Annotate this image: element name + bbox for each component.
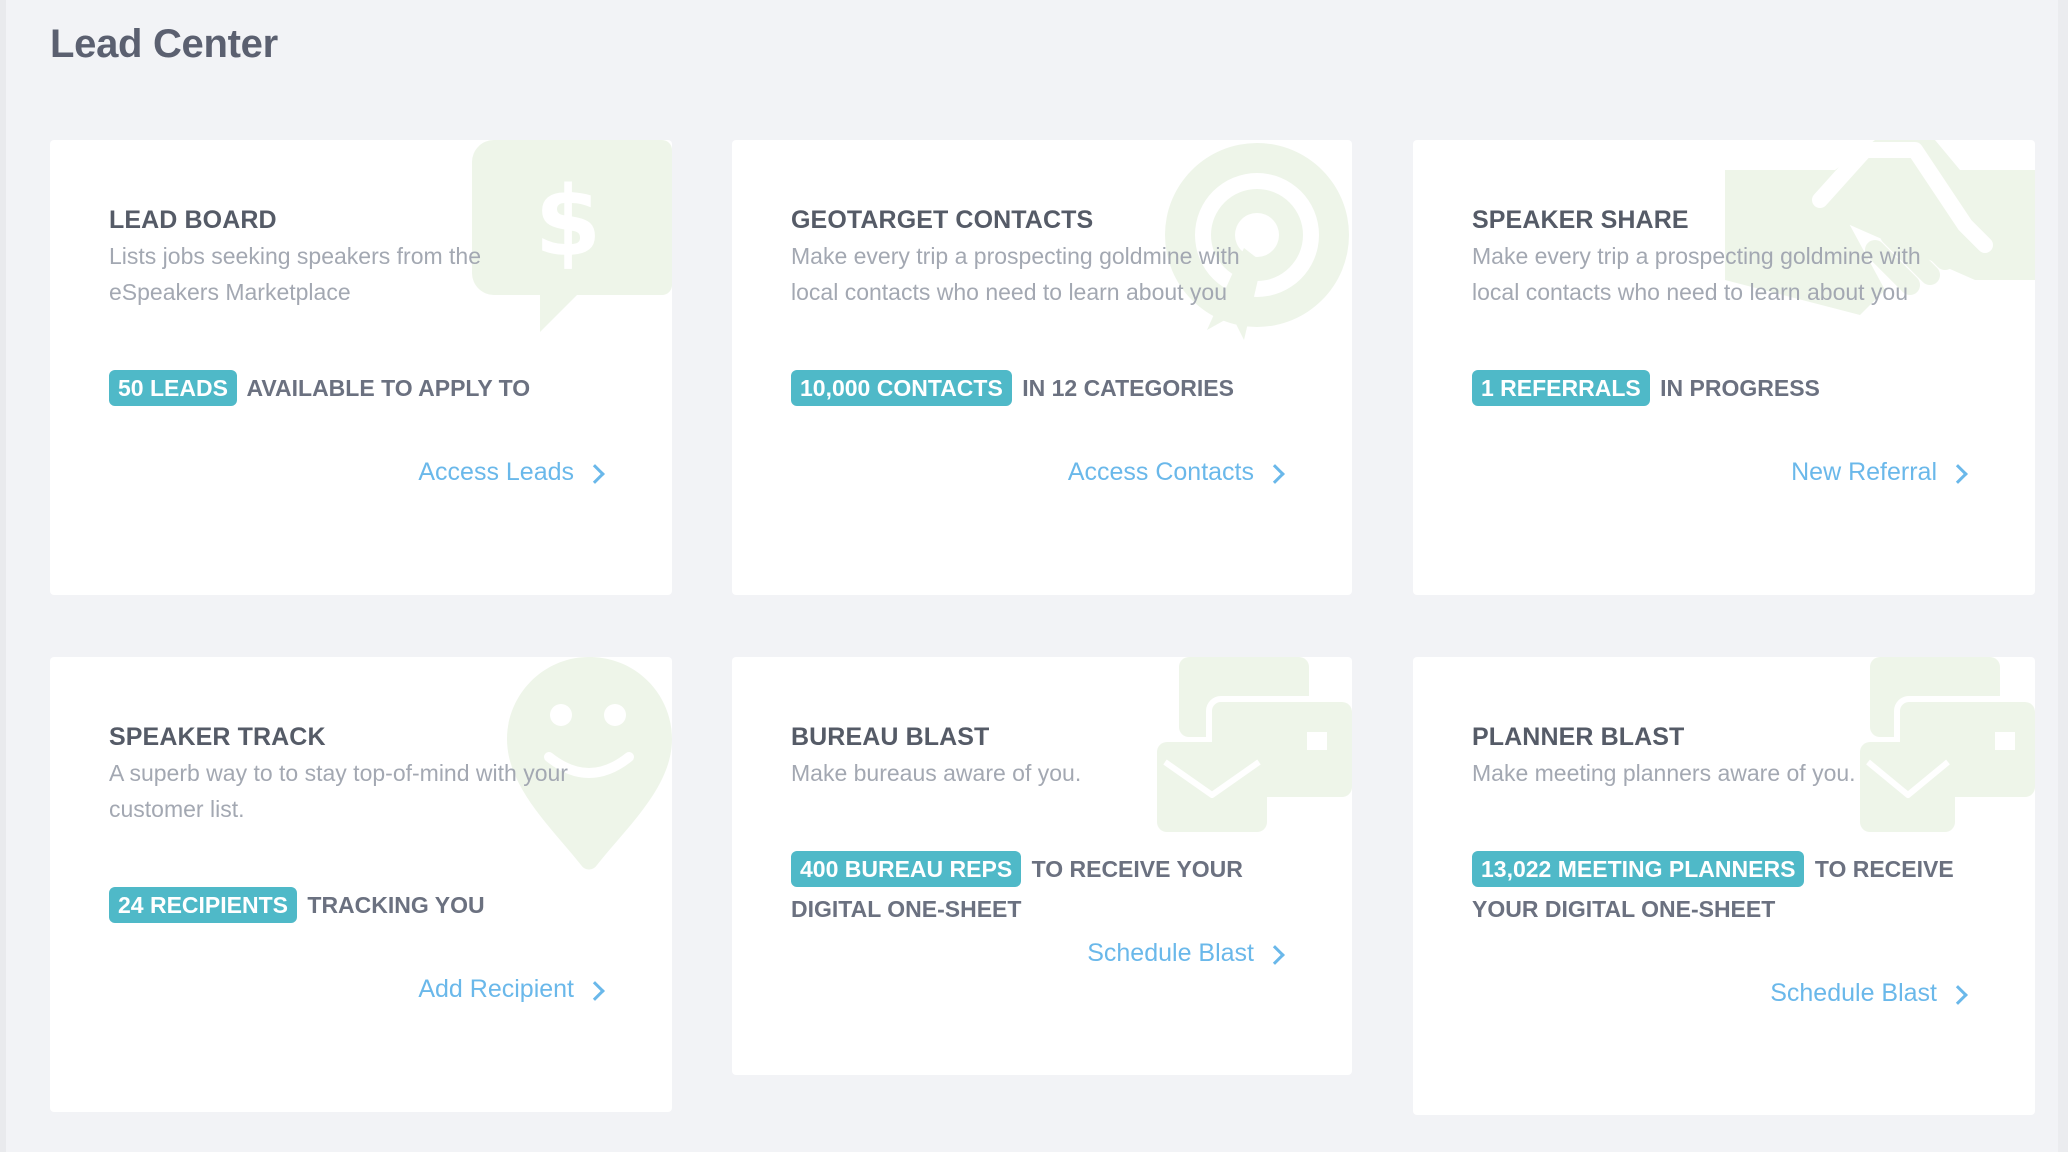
chevron-right-icon bbox=[1948, 984, 1968, 1005]
card-description: Make meeting planners aware of you. bbox=[1472, 760, 1856, 786]
card-stat: 13,022 MEETING PLANNERS TO RECEIVE YOUR … bbox=[1472, 849, 1972, 929]
chevron-right-icon bbox=[1265, 463, 1285, 484]
chevron-right-icon bbox=[1265, 944, 1285, 965]
link-label: Access Leads bbox=[418, 458, 574, 486]
chevron-right-icon bbox=[585, 463, 605, 484]
schedule-blast-link[interactable]: Schedule Blast bbox=[1087, 939, 1285, 968]
card-lead-board: $ LEAD BOARD Lists jobs seeking speakers… bbox=[50, 140, 672, 595]
card-description: Make bureaus aware of you. bbox=[791, 760, 1082, 786]
schedule-blast-link[interactable]: Schedule Blast bbox=[1770, 979, 1968, 1008]
card-description: A superb way to to stay top-of-mind with… bbox=[109, 760, 568, 822]
stat-badge: 400 BUREAU REPS bbox=[791, 851, 1022, 887]
link-label: Schedule Blast bbox=[1770, 979, 1937, 1007]
card-speaker-share: SPEAKER SHARE Make every trip a prospect… bbox=[1413, 140, 2035, 595]
add-recipient-link[interactable]: Add Recipient bbox=[418, 975, 605, 1004]
card-title: PLANNER BLAST bbox=[1472, 723, 1685, 751]
link-label: Add Recipient bbox=[418, 975, 574, 1003]
card-description: Lists jobs seeking speakers from the eSp… bbox=[109, 243, 482, 305]
link-label: Access Contacts bbox=[1067, 458, 1254, 486]
left-edge bbox=[0, 0, 6, 1152]
scrollbar-track[interactable] bbox=[2058, 0, 2068, 1152]
link-label: Schedule Blast bbox=[1087, 939, 1254, 967]
stat-text: TRACKING YOU bbox=[307, 892, 485, 918]
card-title: BUREAU BLAST bbox=[791, 723, 990, 751]
stat-text: IN PROGRESS bbox=[1660, 375, 1820, 401]
card-planner-blast: PLANNER BLAST Make meeting planners awar… bbox=[1413, 657, 2035, 1115]
card-stat: 50 LEADS AVAILABLE TO APPLY TO bbox=[109, 368, 632, 408]
new-referral-link[interactable]: New Referral bbox=[1791, 458, 1968, 487]
card-stat: 10,000 CONTACTS IN 12 CATEGORIES bbox=[791, 368, 1312, 408]
card-title: GEOTARGET CONTACTS bbox=[791, 206, 1094, 234]
card-title: SPEAKER SHARE bbox=[1472, 206, 1689, 234]
card-speaker-track: SPEAKER TRACK A superb way to to stay to… bbox=[50, 657, 672, 1112]
card-stat: 1 REFERRALS IN PROGRESS bbox=[1472, 368, 1995, 408]
card-stat: 24 RECIPIENTS TRACKING YOU bbox=[109, 885, 632, 925]
card-description: Make every trip a prospecting goldmine w… bbox=[791, 243, 1240, 305]
page-title: Lead Center bbox=[50, 22, 278, 66]
stat-text: AVAILABLE TO APPLY TO bbox=[246, 375, 531, 401]
card-title: LEAD BOARD bbox=[109, 206, 277, 234]
access-contacts-link[interactable]: Access Contacts bbox=[1067, 458, 1285, 487]
chevron-right-icon bbox=[1948, 463, 1968, 484]
stat-badge: 10,000 CONTACTS bbox=[791, 370, 1012, 406]
access-leads-link[interactable]: Access Leads bbox=[418, 458, 605, 487]
card-stat: 400 BUREAU REPS TO RECEIVE YOUR DIGITAL … bbox=[791, 849, 1251, 929]
stat-badge: 13,022 MEETING PLANNERS bbox=[1472, 851, 1805, 887]
stat-badge: 1 REFERRALS bbox=[1472, 370, 1650, 406]
stat-badge: 24 RECIPIENTS bbox=[109, 887, 297, 923]
card-description: Make every trip a prospecting goldmine w… bbox=[1472, 243, 1921, 305]
card-title: SPEAKER TRACK bbox=[109, 723, 326, 751]
card-bureau-blast: BUREAU BLAST Make bureaus aware of you. … bbox=[732, 657, 1352, 1075]
stat-badge: 50 LEADS bbox=[109, 370, 237, 406]
link-label: New Referral bbox=[1791, 458, 1937, 486]
chevron-right-icon bbox=[585, 980, 605, 1001]
stat-text: IN 12 CATEGORIES bbox=[1022, 375, 1234, 401]
card-geotarget-contacts: GEOTARGET CONTACTS Make every trip a pro… bbox=[732, 140, 1352, 595]
